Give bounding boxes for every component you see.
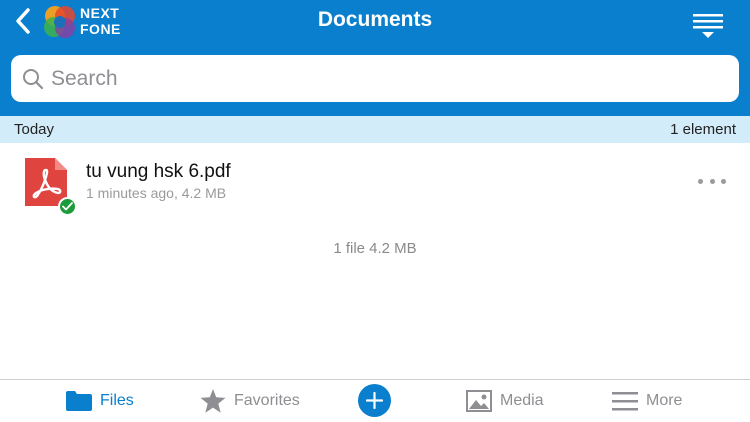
tab-favorites[interactable]: Favorites bbox=[200, 386, 300, 416]
star-icon bbox=[200, 388, 226, 413]
tab-bar: Files Favorites Media More bbox=[0, 379, 750, 422]
plus-icon bbox=[366, 392, 383, 409]
image-icon bbox=[466, 390, 492, 412]
search-input[interactable] bbox=[51, 66, 711, 91]
sort-menu-icon bbox=[693, 14, 723, 38]
search-icon bbox=[23, 68, 44, 89]
search-bar[interactable] bbox=[11, 55, 739, 102]
folder-icon bbox=[66, 391, 92, 411]
file-name: tu vung hsk 6.pdf bbox=[86, 161, 231, 182]
more-dots-icon bbox=[698, 178, 703, 184]
file-more-button[interactable] bbox=[698, 171, 726, 191]
section-header-today: Today 1 element bbox=[0, 116, 750, 143]
menu-icon bbox=[612, 392, 638, 411]
more-dot bbox=[709, 178, 715, 184]
more-dot bbox=[721, 178, 726, 184]
tab-media-label: Media bbox=[500, 392, 544, 409]
file-meta: 1 minutes ago, 4.2 MB bbox=[86, 185, 227, 201]
tab-more-label: More bbox=[646, 392, 683, 409]
file-list-item[interactable]: tu vung hsk 6.pdf 1 minutes ago, 4.2 MB bbox=[0, 143, 750, 223]
add-button[interactable] bbox=[358, 384, 391, 417]
tab-more[interactable]: More bbox=[612, 386, 682, 416]
section-count: 1 element bbox=[670, 121, 736, 138]
synced-check-icon bbox=[58, 197, 77, 216]
sort-button[interactable] bbox=[692, 12, 724, 40]
tab-favorites-label: Favorites bbox=[234, 392, 300, 409]
section-label: Today bbox=[14, 121, 55, 138]
tab-files[interactable]: Files bbox=[66, 386, 134, 416]
tab-media[interactable]: Media bbox=[466, 386, 544, 416]
page-title: Documents bbox=[317, 8, 433, 31]
files-summary: 1 file 4.2 MB bbox=[333, 240, 417, 257]
tab-files-label: Files bbox=[100, 392, 134, 409]
app-header: NEXT FONE Documents bbox=[0, 0, 750, 116]
